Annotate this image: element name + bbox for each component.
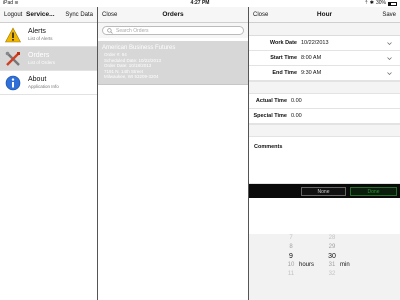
menu-navbar: Logout Service... Sync Data [0,7,97,23]
picker-value: 11 [287,271,295,277]
comments-field[interactable]: Comments [249,137,400,184]
menu-item-title: Orders [28,51,50,59]
battery-fill [389,2,392,5]
menu-item-subtitle: List of Orders [28,59,56,65]
chevron-down-icon [387,57,392,60]
work-date-value: 10/22/2013 [301,40,329,46]
battery-icon [388,1,397,6]
tools-icon [5,51,21,67]
end-time-row[interactable]: End Time 9:30 AM [249,66,400,81]
status-icons: ⇡ ✱ [364,0,374,6]
actual-time-label: Actual Time [255,98,287,104]
menu-item-subtitle: Application Info [28,83,59,89]
close-orders-button[interactable]: Close [102,7,117,23]
orders-navbar: Close Orders [98,7,248,23]
group-spacer [249,81,400,94]
menu-item-subtitle: List of Alerts [28,35,53,41]
save-button[interactable]: Save [382,7,396,23]
sync-data-button[interactable]: Sync Data [65,7,93,23]
end-time-label: End Time [272,70,297,76]
picker-toolbar: None Done [249,184,400,198]
status-right: ⇡ ✱ 30% [364,0,397,7]
work-date-label: Work Date [269,40,297,46]
info-icon [5,75,21,91]
chevron-down-icon [387,72,392,75]
hour-pane: Close Hour Save Work Date 10/22/2013 Sta… [248,7,400,300]
warning-icon [5,26,21,43]
start-time-value: 8:00 AM [301,55,322,61]
status-bar: iPad ≋ 4:27 PM ⇡ ✱ 30% [0,0,400,7]
picker-value: 28 [328,235,336,241]
start-time-label: Start Time [270,55,297,61]
order-list-item[interactable]: American Business Futures Order #: 94 Sc… [98,41,248,85]
special-time-row: Special Time 0.00 [249,109,400,124]
orders-pane: Close Orders Search Orders American Busi… [97,7,248,300]
logout-button[interactable]: Logout [4,7,22,23]
orders-title: Orders [162,11,184,18]
end-time-value: 9:30 AM [301,70,322,76]
close-hour-button[interactable]: Close [253,7,268,23]
app-title: Service... [26,11,55,18]
menu-item-text: Orders List of Orders [28,52,55,66]
menu-item-alerts[interactable]: Alerts List of Alerts [0,23,97,47]
menu-item-orders[interactable]: Orders List of Orders [0,47,97,71]
minutes-unit-label: min [340,262,350,268]
menu-pane: Logout Service... Sync Data Alerts List … [0,7,97,300]
search-icon [107,27,113,34]
menu-item-title: Alerts [28,27,46,35]
group-spacer [249,23,400,36]
menu-item-about[interactable]: About Application Info [0,71,97,95]
menu-item-text: Alerts List of Alerts [28,28,53,42]
picker-value: 8 [289,244,293,250]
work-date-row[interactable]: Work Date 10/22/2013 [249,36,400,51]
actual-time-row: Actual Time 0.00 [249,94,400,109]
special-time-label: Special Time [253,113,287,119]
order-company: American Business Futures [102,45,176,51]
status-time: 4:27 PM [190,0,210,6]
none-button[interactable]: None [301,187,346,196]
search-bar: Search Orders [98,23,248,38]
menu-item-text: About Application Info [28,76,59,90]
actual-time-value: 0.00 [291,98,302,104]
picker-value: 31 [328,262,336,268]
minutes-wheel[interactable]: 28 29 30 31 32 [325,234,339,300]
chevron-down-icon [387,42,392,45]
hour-navbar: Close Hour Save [249,7,400,23]
done-button[interactable]: Done [350,187,397,196]
picker-selected-value: 9 [289,253,293,260]
picker-value: 29 [328,244,336,250]
hours-unit-label: hours [299,262,315,268]
picker-value: 32 [328,271,336,277]
hour-title: Hour [316,11,333,18]
start-time-row[interactable]: Start Time 8:00 AM [249,51,400,66]
search-orders-input[interactable]: Search Orders [102,26,244,35]
battery-percent: 30% [375,0,386,6]
search-placeholder: Search Orders [116,27,149,34]
menu-item-title: About [28,75,47,83]
special-time-value: 0.00 [291,113,302,119]
hours-wheel[interactable]: 7 8 9 10 11 [285,234,297,300]
order-city: Milwaukee, WI 53209-3204 [104,74,159,79]
picker-value: 7 [289,235,293,241]
group-spacer [249,124,400,137]
time-picker[interactable]: 7 8 9 10 11 hours 28 29 30 31 32 min [249,234,400,300]
picker-selected-value: 30 [328,253,336,260]
picker-value: 10 [287,262,295,268]
comments-label: Comments [254,144,283,150]
